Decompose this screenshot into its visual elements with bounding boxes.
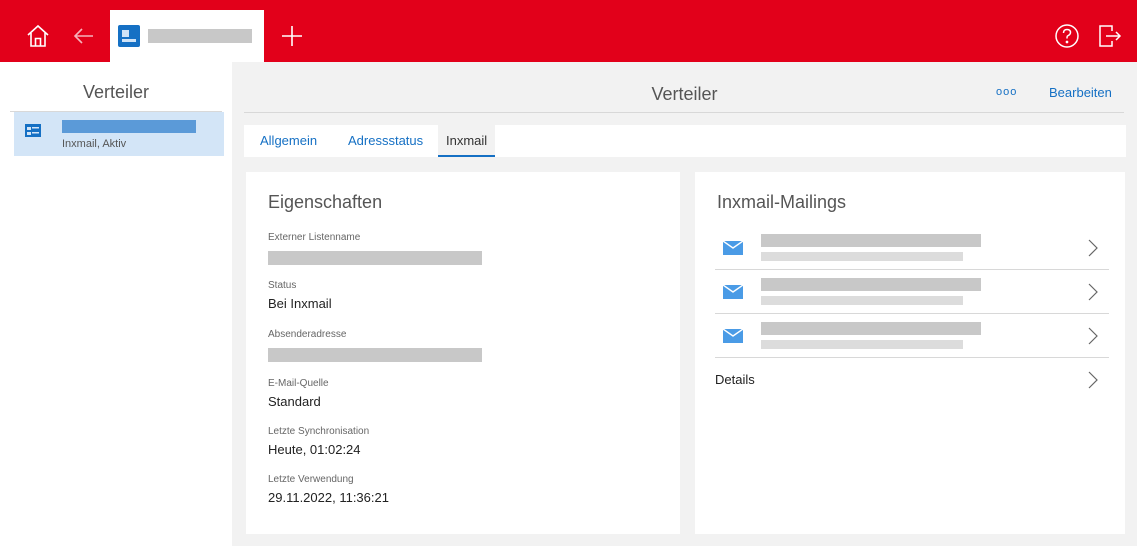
prop-status: Status Bei Inxmail	[268, 280, 332, 311]
list-item-distribution-list[interactable]: Inxmail, Aktiv	[14, 112, 224, 156]
mail-icon	[723, 241, 743, 255]
prop-value: Heute, 01:02:24	[268, 442, 361, 457]
mailing-row[interactable]	[715, 314, 1109, 358]
more-options-button[interactable]: ooo	[996, 86, 1017, 98]
tab-inxmail[interactable]: Inxmail	[438, 125, 496, 157]
prop-label: Status	[268, 280, 297, 291]
prop-sender-address: Absenderadresse	[268, 329, 482, 362]
logout-button[interactable]	[1092, 10, 1126, 62]
logout-icon	[1099, 25, 1122, 47]
chevron-right-icon	[1088, 327, 1098, 345]
help-icon	[1055, 24, 1079, 48]
prop-value: Bei Inxmail	[268, 296, 332, 311]
prop-last-used: Letzte Verwendung 29.11.2022, 11:36:21	[268, 474, 389, 505]
prop-external-list-name: Externer Listenname	[268, 232, 482, 265]
prop-label: Externer Listenname	[268, 232, 361, 243]
mailings-card: Inxmail-Mailings Details	[695, 172, 1125, 534]
chevron-right-icon	[1088, 239, 1098, 257]
properties-card: Eigenschaften Externer Listenname Status…	[246, 172, 680, 534]
chevron-right-icon	[1088, 371, 1098, 389]
mailing-title-redacted	[761, 234, 981, 247]
prop-label: Absenderadresse	[268, 329, 347, 340]
mailing-subtitle-redacted	[761, 296, 963, 305]
sidebar: Verteiler Inxmail, Aktiv	[0, 62, 232, 546]
mailing-subtitle-redacted	[761, 252, 963, 261]
details-label: Details	[715, 372, 755, 387]
prop-label: Letzte Verwendung	[268, 474, 354, 485]
plus-icon	[282, 26, 302, 46]
back-button[interactable]	[66, 10, 102, 62]
home-button[interactable]	[20, 10, 56, 62]
list-item-subtitle: Inxmail, Aktiv	[62, 138, 127, 150]
prop-label: Letzte Synchronisation	[268, 426, 370, 437]
app-bar	[0, 10, 1137, 62]
mailing-title-redacted	[761, 278, 981, 291]
mailing-title-redacted	[761, 322, 981, 335]
prop-value-redacted	[268, 348, 482, 362]
edit-button[interactable]: Bearbeiten	[1049, 85, 1112, 100]
distribution-list-icon	[25, 124, 41, 137]
mail-icon	[723, 329, 743, 343]
prop-value: 29.11.2022, 11:36:21	[268, 490, 389, 505]
tab-allgemein[interactable]: Allgemein	[252, 125, 325, 157]
properties-title: Eigenschaften	[268, 192, 383, 212]
mailing-row[interactable]	[715, 270, 1109, 314]
mail-icon	[723, 285, 743, 299]
list-item-title-redacted	[62, 120, 196, 133]
mailing-subtitle-redacted	[761, 340, 963, 349]
prop-value-redacted	[268, 251, 482, 265]
tab-adressstatus[interactable]: Adressstatus	[340, 125, 431, 157]
mailing-row[interactable]	[715, 226, 1109, 270]
prop-last-sync: Letzte Synchronisation Heute, 01:02:24	[268, 426, 369, 457]
mailings-title: Inxmail-Mailings	[717, 192, 847, 212]
main-panel: Verteiler ooo Bearbeiten Allgemein Adres…	[232, 62, 1137, 546]
top-strip	[0, 0, 1137, 10]
prop-value: Standard	[268, 394, 321, 409]
prop-label: E-Mail-Quelle	[268, 378, 329, 389]
tab-bar: Allgemein Adressstatus Inxmail	[244, 125, 1126, 157]
open-tab-distribution-list[interactable]	[110, 10, 264, 62]
chevron-right-icon	[1088, 283, 1098, 301]
sidebar-title: Verteiler	[82, 82, 150, 102]
tab-title-redacted	[148, 29, 252, 43]
help-button[interactable]	[1050, 10, 1084, 62]
distribution-list-icon	[118, 25, 140, 47]
prop-email-source: E-Mail-Quelle Standard	[268, 378, 329, 409]
add-tab-button[interactable]	[272, 10, 312, 62]
details-row[interactable]: Details	[715, 362, 1109, 406]
home-icon	[27, 24, 49, 47]
divider	[244, 112, 1124, 113]
back-arrow-icon	[73, 28, 93, 44]
